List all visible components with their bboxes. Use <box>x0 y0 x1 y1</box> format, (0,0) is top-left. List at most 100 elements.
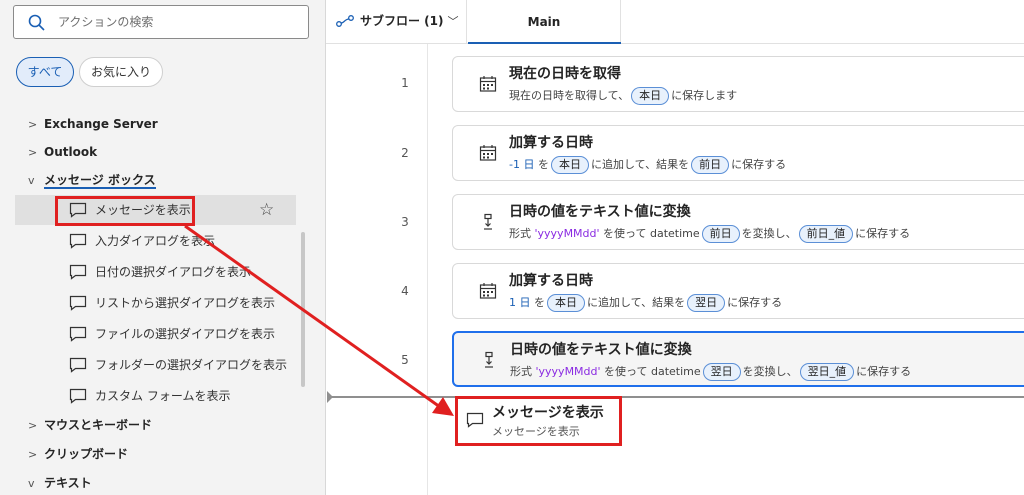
chevron-right-icon: > <box>28 419 38 432</box>
tree-group-label: マウスとキーボード <box>44 418 153 432</box>
desc-text: を変換し、 <box>742 365 798 378</box>
action-label: 日付の選択ダイアログを表示 <box>95 265 252 279</box>
step-description: 1 日 を本日 に追加して、結果を 翌日 に保存する <box>509 294 782 312</box>
pane-divider[interactable] <box>325 0 326 495</box>
step-description: 現在の日時を取得して、 本日 に保存します <box>509 87 737 105</box>
message-icon <box>69 264 87 280</box>
flow-tab-bar: サブフロー (1) ﹀ Main <box>326 0 1024 44</box>
calendar-icon <box>479 145 497 161</box>
convert-icon <box>485 351 493 368</box>
drag-preview[interactable]: メッセージを表示 メッセージを表示 <box>455 396 622 446</box>
message-icon <box>69 233 87 249</box>
desc-text: を <box>537 158 549 171</box>
search-icon <box>28 14 45 31</box>
subflow-icon <box>336 14 354 27</box>
variable-token[interactable]: 本日 <box>547 294 585 312</box>
step-description: -1 日 を本日 に追加して、結果を 前日 に保存する <box>509 156 786 174</box>
tab-main[interactable]: Main <box>468 0 621 44</box>
message-icon <box>69 326 87 342</box>
drag-preview-subtitle: メッセージを表示 <box>492 425 580 438</box>
tree-group-clipboard[interactable]: > クリップボード <box>28 444 128 464</box>
step-title: 加算する日時 <box>509 273 593 289</box>
action-select-from-list-dialog[interactable]: リストから選択ダイアログを表示 <box>15 288 296 318</box>
chevron-right-icon: > <box>28 118 38 131</box>
desc-text: を使って datetime <box>603 227 700 240</box>
chevron-down-icon: ﹀ <box>447 14 459 28</box>
tab-separator <box>466 0 467 44</box>
star-icon[interactable]: ☆ <box>259 195 274 225</box>
value-text: 1 日 <box>509 296 531 309</box>
flow-step-add-to-datetime[interactable]: 加算する日時 1 日 を本日 に追加して、結果を 翌日 に保存する <box>452 263 1024 319</box>
calendar-icon <box>479 76 497 92</box>
actions-pane: すべて お気に入り > Exchange Server > Outlook v メッセ… <box>0 0 325 495</box>
message-icon <box>69 357 87 373</box>
step-title: 日時の値をテキスト値に変換 <box>509 204 691 220</box>
action-label: カスタム フォームを表示 <box>95 389 231 403</box>
tree-group-outlook[interactable]: > Outlook <box>28 142 97 162</box>
desc-text: を使って datetime <box>604 365 701 378</box>
desc-text: を <box>534 296 545 309</box>
desc-text: に保存する <box>856 365 912 378</box>
step-title: 日時の値をテキスト値に変換 <box>510 342 692 358</box>
message-icon <box>69 388 87 404</box>
desc-text: に保存する <box>731 158 787 171</box>
action-custom-form[interactable]: カスタム フォームを表示 <box>15 381 296 411</box>
value-text: -1 日 <box>509 158 535 171</box>
tree-group-label: Exchange Server <box>44 117 158 131</box>
flow-step-add-to-datetime[interactable]: 加算する日時 -1 日 を本日 に追加して、結果を 前日 に保存する <box>452 125 1024 181</box>
chevron-down-icon: v <box>28 174 35 187</box>
step-title: 現在の日時を取得 <box>509 66 621 82</box>
tree-group-mouse-keyboard[interactable]: > マウスとキーボード <box>28 415 152 435</box>
tree-group-label: Outlook <box>44 145 98 159</box>
tree-group-message-box[interactable]: v メッセージ ボックス <box>28 170 156 190</box>
string-literal: 'yyyyMMdd' <box>534 227 600 240</box>
line-number: 2 <box>401 146 409 160</box>
message-icon <box>69 295 87 311</box>
flow-step-convert-datetime-to-text[interactable]: 日時の値をテキスト値に変換 形式 'yyyyMMdd' を使って datetim… <box>452 194 1024 250</box>
chevron-right-icon: > <box>28 146 38 159</box>
drop-indicator-line <box>330 396 1024 398</box>
action-input-dialog[interactable]: 入力ダイアログを表示 <box>15 226 296 256</box>
tree-group-text[interactable]: v テキスト <box>28 473 92 493</box>
subflow-dropdown[interactable]: サブフロー (1) ﹀ <box>336 12 459 29</box>
variable-token[interactable]: 本日 <box>631 87 670 105</box>
search-input[interactable] <box>58 12 298 32</box>
string-literal: 'yyyyMMdd' <box>535 365 601 378</box>
variable-token[interactable]: 前日 <box>701 225 740 243</box>
line-number: 5 <box>401 353 409 367</box>
step-description: 形式 'yyyyMMdd' を使って datetime 翌日 を変換し、 翌日_値 に保… <box>510 363 911 381</box>
action-label: ファイルの選択ダイアログを表示 <box>95 327 276 341</box>
action-file-picker-dialog[interactable]: ファイルの選択ダイアログを表示 <box>15 319 296 349</box>
desc-text: 現在の日時を取得して、 <box>509 89 630 102</box>
action-folder-picker-dialog[interactable]: フォルダーの選択ダイアログを表示 <box>15 350 296 380</box>
desc-text: を変換し、 <box>741 227 797 240</box>
filter-favorites-button[interactable]: お気に入り <box>79 57 163 87</box>
desc-text: 形式 <box>509 227 531 240</box>
message-icon <box>466 412 484 428</box>
subflow-label: サブフロー (1) <box>360 14 444 28</box>
flow-step-convert-datetime-to-text[interactable]: 日時の値をテキスト値に変換 形式 'yyyyMMdd' を使って datetim… <box>452 331 1024 387</box>
chevron-down-icon: v <box>28 477 35 490</box>
filter-all-button[interactable]: すべて <box>16 57 74 87</box>
tree-group-exchange-server[interactable]: > Exchange Server <box>28 114 158 134</box>
variable-token[interactable]: 翌日 <box>687 294 726 312</box>
convert-icon <box>484 213 492 230</box>
line-number: 3 <box>401 215 409 229</box>
variable-token[interactable]: 前日 <box>691 156 730 174</box>
variable-token[interactable]: 前日_値 <box>798 225 854 243</box>
step-title: 加算する日時 <box>509 135 593 151</box>
variable-token[interactable]: 翌日 <box>702 363 741 381</box>
actions-scrollbar[interactable] <box>301 232 305 387</box>
action-date-picker-dialog[interactable]: 日付の選択ダイアログを表示 <box>15 257 296 287</box>
action-label: 入力ダイアログを表示 <box>95 234 216 248</box>
flow-step-get-current-datetime[interactable]: 現在の日時を取得 現在の日時を取得して、 本日 に保存します <box>452 56 1024 112</box>
action-label: リストから選択ダイアログを表示 <box>95 296 276 310</box>
variable-token[interactable]: 本日 <box>550 156 589 174</box>
step-description: 形式 'yyyyMMdd' を使って datetime 前日 を変換し、 前日_値 に保… <box>509 225 910 243</box>
action-label: フォルダーの選択ダイアログを表示 <box>95 358 288 372</box>
drag-preview-title: メッセージを表示 <box>492 405 604 421</box>
desc-text: に追加して、結果を <box>590 158 690 171</box>
line-number: 4 <box>401 284 409 298</box>
variable-token[interactable]: 翌日_値 <box>799 363 855 381</box>
search-box[interactable] <box>13 5 309 39</box>
